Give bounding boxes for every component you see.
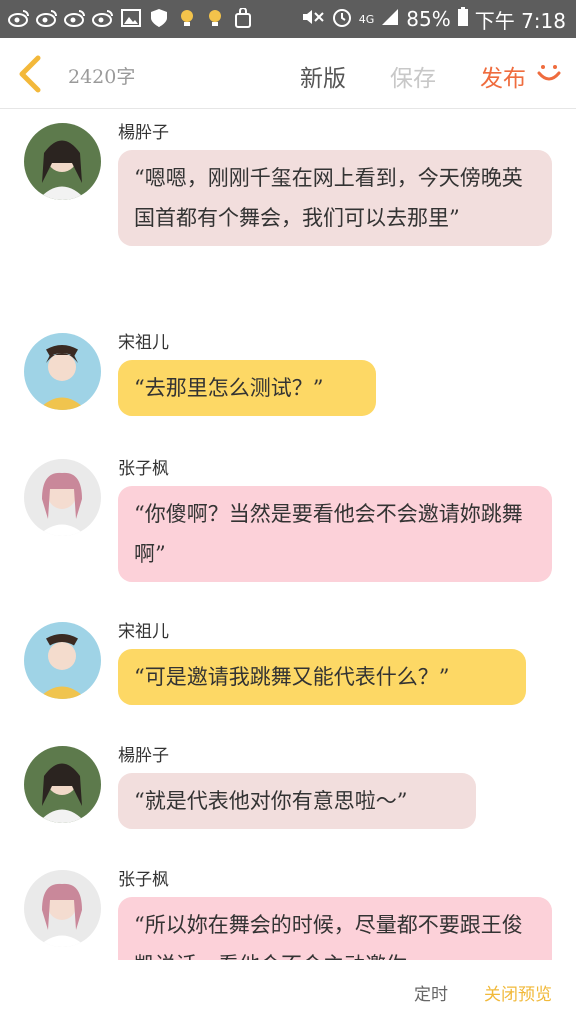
bag-icon bbox=[232, 7, 254, 29]
back-arrow-icon[interactable] bbox=[14, 54, 48, 94]
close-preview-button[interactable]: 关闭预览 bbox=[484, 980, 552, 1005]
message-bubble: “可是邀请我跳舞又能代表什么？” bbox=[118, 649, 526, 705]
weibo-icon bbox=[64, 7, 86, 29]
image-icon bbox=[120, 7, 142, 29]
sender-name: 张子枫 bbox=[118, 459, 169, 479]
battery-icon bbox=[457, 6, 469, 32]
save-button[interactable]: 保存 bbox=[390, 59, 436, 93]
message-bubble: “所以妳在舞会的时候，尽量都不要跟王俊凯说话，看他会不会主动邀你 bbox=[118, 897, 552, 960]
weibo-icon bbox=[36, 7, 58, 29]
new-version-button[interactable]: 新版 bbox=[300, 59, 346, 93]
weibo-icon bbox=[8, 7, 30, 29]
sender-name: 楊肸子 bbox=[118, 746, 169, 766]
chat-message: 张子枫 “所以妳在舞会的时候，尽量都不要跟王俊凯说话，看他会不会主动邀你 bbox=[0, 855, 576, 960]
sender-name: 楊肸子 bbox=[118, 123, 169, 143]
sender-name: 宋祖儿 bbox=[118, 622, 169, 642]
clock: 下午 7:18 bbox=[474, 8, 566, 33]
word-count: 2420字 bbox=[68, 66, 136, 88]
bottom-bar: 定时 关闭预览 bbox=[0, 960, 576, 1024]
avatar[interactable] bbox=[24, 459, 101, 536]
chat-preview[interactable]: 楊肸子 “嗯嗯，刚刚千玺在网上看到，今天傍晚英国首都有个舞会，我们可以去那里” … bbox=[0, 108, 576, 960]
smile-icon[interactable] bbox=[536, 60, 562, 86]
chat-message: 张子枫 “你傻啊？当然是要看他会不会邀请妳跳舞啊” bbox=[0, 444, 576, 594]
avatar[interactable] bbox=[24, 333, 101, 410]
battery-percent: 85% bbox=[406, 7, 451, 31]
avatar[interactable] bbox=[24, 746, 101, 823]
sender-name: 宋祖儿 bbox=[118, 333, 169, 353]
weibo-icon bbox=[92, 7, 114, 29]
chat-message: 宋祖儿 “可是邀请我跳舞又能代表什么？” bbox=[0, 607, 576, 727]
avatar[interactable] bbox=[24, 622, 101, 699]
message-bubble: “你傻啊？当然是要看他会不会邀请妳跳舞啊” bbox=[118, 486, 552, 582]
chat-message: 楊肸子 “嗯嗯，刚刚千玺在网上看到，今天傍晚英国首都有个舞会，我们可以去那里” bbox=[0, 108, 576, 313]
message-bubble: “去那里怎么测试？” bbox=[118, 360, 376, 416]
status-indicators: 4G 85% 下午 7:18 bbox=[301, 0, 566, 38]
avatar[interactable] bbox=[24, 870, 101, 947]
shield-icon bbox=[148, 7, 170, 29]
chat-message: 楊肸子 “就是代表他对你有意思啦～” bbox=[0, 731, 576, 851]
avatar[interactable] bbox=[24, 123, 101, 200]
signal-icon bbox=[380, 7, 400, 32]
publish-button[interactable]: 发布 bbox=[480, 59, 526, 93]
message-bubble: “嗯嗯，刚刚千玺在网上看到，今天傍晚英国首都有个舞会，我们可以去那里” bbox=[118, 150, 552, 246]
status-bar: 4G 85% 下午 7:18 bbox=[0, 0, 576, 38]
network-4g-icon: 4G bbox=[358, 12, 375, 26]
editor-header: 2420字 新版 保存 发布 bbox=[0, 38, 576, 109]
mute-icon bbox=[301, 7, 325, 32]
schedule-button[interactable]: 定时 bbox=[414, 980, 448, 1005]
alarm-icon bbox=[331, 6, 353, 33]
message-bubble: “就是代表他对你有意思啦～” bbox=[118, 773, 476, 829]
bulb-icon bbox=[176, 7, 198, 29]
bulb-icon bbox=[204, 7, 226, 29]
chat-message: 宋祖儿 “去那里怎么测试？” bbox=[0, 318, 576, 438]
notification-icons bbox=[8, 7, 254, 29]
sender-name: 张子枫 bbox=[118, 870, 169, 890]
